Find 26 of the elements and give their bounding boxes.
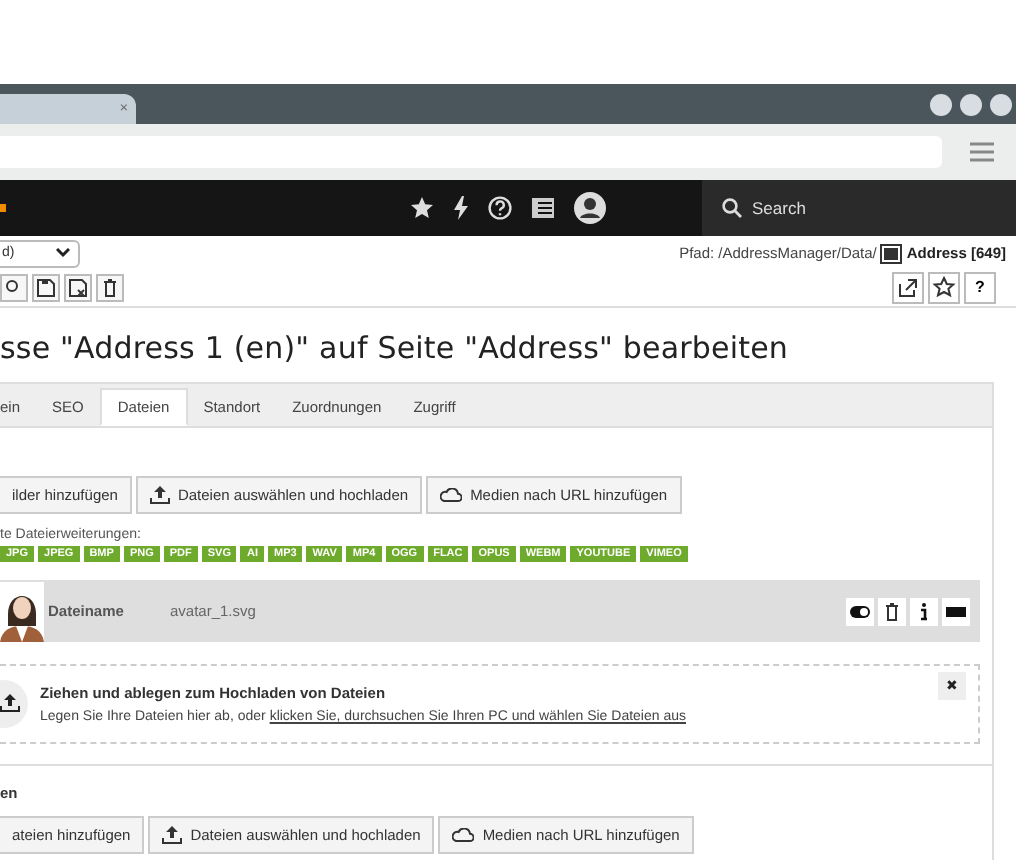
page-title: sse "Address 1 (en)" auf Seite "Address" bearbeiten [0,330,791,366]
cloud-icon [440,488,463,502]
trash-icon[interactable] [878,597,906,625]
logo-icon [0,204,6,212]
help-button[interactable]: ? [964,271,996,303]
save-close-icon[interactable] [64,273,92,301]
star-icon[interactable] [410,196,434,220]
list-icon[interactable] [532,198,554,218]
upload-icon [149,486,170,504]
external-link-icon[interactable] [892,271,924,303]
upload-icon [162,826,183,844]
lightning-icon[interactable] [454,196,468,220]
window-control-icon[interactable] [990,93,1012,115]
toggle-icon[interactable] [846,597,874,625]
window-control-icon[interactable] [930,93,952,115]
info-icon[interactable] [910,597,938,625]
cloud-icon [452,828,475,842]
star-outline-icon[interactable] [928,271,960,303]
address-card-icon [880,243,903,263]
chevron-down-icon [56,248,70,258]
window-control-icon[interactable] [960,93,982,115]
help-icon[interactable] [488,196,512,220]
search-field[interactable]: Search [752,198,952,218]
avatar-icon[interactable] [574,192,606,224]
trash-icon[interactable] [96,273,124,301]
save-icon[interactable] [32,273,60,301]
